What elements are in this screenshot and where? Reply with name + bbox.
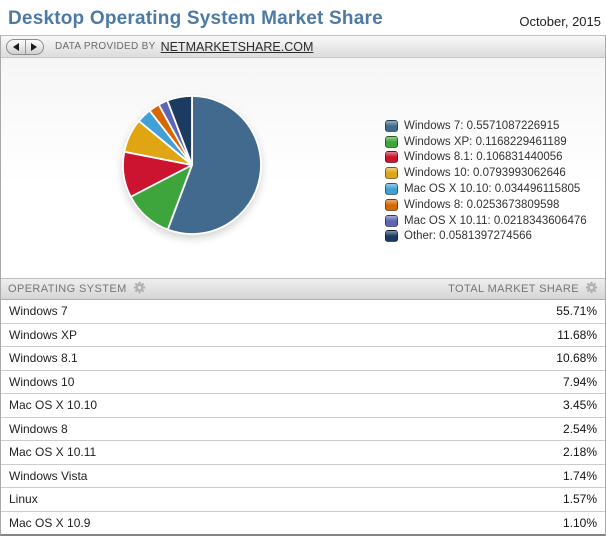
os-name: Windows Vista — [9, 468, 88, 483]
pie-chart — [122, 95, 262, 235]
settings-gear-icon[interactable] — [133, 281, 146, 297]
table-row: Mac OS X 10.9 1.10% — [1, 511, 605, 534]
column-header-os: OPERATING SYSTEM — [8, 281, 146, 297]
settings-gear-icon[interactable] — [585, 281, 598, 297]
legend-swatch — [385, 214, 398, 227]
share-value: 10.68% — [556, 351, 597, 366]
os-name: Mac OS X 10.10 — [9, 398, 98, 413]
os-name: Windows 8.1 — [9, 351, 78, 366]
share-value: 3.45% — [562, 398, 597, 413]
table-row: Mac OS X 10.11 2.18% — [1, 441, 605, 465]
market-share-table: Windows 7 55.71% Windows XP 11.68% Windo… — [1, 300, 605, 534]
legend-label: Windows 7: 0.5571087226915 — [404, 119, 560, 132]
table-header: OPERATING SYSTEM TOTAL MARKET SHARE — [1, 278, 605, 300]
legend-item: Windows XP: 0.1168229461189 — [385, 134, 587, 150]
legend-swatch — [385, 151, 398, 164]
column-header-share-label: TOTAL MARKET SHARE — [448, 283, 579, 295]
column-header-share: TOTAL MARKET SHARE — [448, 281, 598, 297]
data-provided-by-label: DATA PROVIDED BY — [55, 41, 156, 52]
share-value: 1.57% — [562, 492, 597, 507]
os-name: Linux — [9, 492, 38, 507]
legend-swatch — [385, 167, 398, 180]
legend-label: Windows 8.1: 0.106831440056 — [404, 151, 563, 164]
legend-item: Mac OS X 10.10: 0.034496115805 — [385, 181, 587, 197]
legend-label: Other: 0.0581397274566 — [404, 230, 532, 243]
table-row: Windows Vista 1.74% — [1, 464, 605, 488]
left-arrow-icon — [12, 42, 19, 51]
os-name: Windows 8 — [9, 421, 68, 436]
toolbar: DATA PROVIDED BY NETMARKETSHARE.COM — [1, 36, 605, 58]
legend-item: Windows 8.1: 0.106831440056 — [385, 150, 587, 166]
legend-swatch — [385, 119, 398, 132]
page-header: Desktop Operating System Market Share Oc… — [0, 0, 606, 35]
table-row: Windows 7 55.71% — [1, 300, 605, 324]
prev-month-button[interactable] — [7, 40, 25, 54]
legend-label: Windows 8: 0.0253673809598 — [404, 198, 560, 211]
market-share-page: Desktop Operating System Market Share Oc… — [0, 0, 606, 536]
legend-item: Mac OS X 10.11: 0.0218343606476 — [385, 213, 587, 229]
report-date: October, 2015 — [519, 14, 601, 29]
share-value: 2.18% — [562, 445, 597, 460]
legend-item: Windows 10: 0.0793993062646 — [385, 165, 587, 181]
table-row: Windows XP 11.68% — [1, 323, 605, 347]
legend-label: Mac OS X 10.10: 0.034496115805 — [404, 183, 581, 196]
legend-label: Mac OS X 10.11: 0.0218343606476 — [404, 214, 587, 227]
legend-item: Windows 7: 0.5571087226915 — [385, 118, 587, 134]
os-name: Mac OS X 10.11 — [9, 445, 97, 460]
market-share-widget: DATA PROVIDED BY NETMARKETSHARE.COM Wind… — [0, 35, 606, 536]
os-name: Windows 10 — [9, 374, 75, 389]
share-value: 11.68% — [557, 327, 597, 342]
legend-swatch — [385, 230, 398, 243]
share-value: 2.54% — [562, 421, 597, 436]
legend-item: Other: 0.0581397274566 — [385, 229, 587, 245]
share-value: 1.74% — [562, 468, 597, 483]
share-value: 1.10% — [562, 515, 597, 530]
page-title: Desktop Operating System Market Share — [8, 8, 383, 29]
chart-area: Windows 7: 0.5571087226915 Windows XP: 0… — [1, 58, 605, 278]
next-month-button[interactable] — [24, 39, 44, 54]
table-row: Windows 10 7.94% — [1, 370, 605, 394]
month-nav-control — [6, 38, 44, 55]
share-value: 55.71% — [556, 304, 597, 319]
os-name: Mac OS X 10.9 — [9, 515, 91, 530]
table-row: Mac OS X 10.10 3.45% — [1, 394, 605, 418]
legend-label: Windows XP: 0.1168229461189 — [404, 135, 567, 148]
legend-label: Windows 10: 0.0793993062646 — [404, 167, 566, 180]
os-name: Windows 7 — [9, 304, 68, 319]
os-name: Windows XP — [9, 327, 78, 342]
netmarketshare-link[interactable]: NETMARKETSHARE.COM — [161, 40, 314, 54]
share-value: 7.94% — [562, 374, 597, 389]
right-arrow-icon — [31, 42, 38, 51]
chart-legend: Windows 7: 0.5571087226915 Windows XP: 0… — [385, 118, 587, 244]
legend-swatch — [385, 198, 398, 211]
column-header-os-label: OPERATING SYSTEM — [8, 283, 127, 295]
table-row: Windows 8.1 10.68% — [1, 347, 605, 371]
legend-swatch — [385, 135, 398, 148]
table-row: Windows 8 2.54% — [1, 417, 605, 441]
legend-item: Windows 8: 0.0253673809598 — [385, 197, 587, 213]
legend-swatch — [385, 183, 398, 196]
table-row: Linux 1.57% — [1, 488, 605, 512]
